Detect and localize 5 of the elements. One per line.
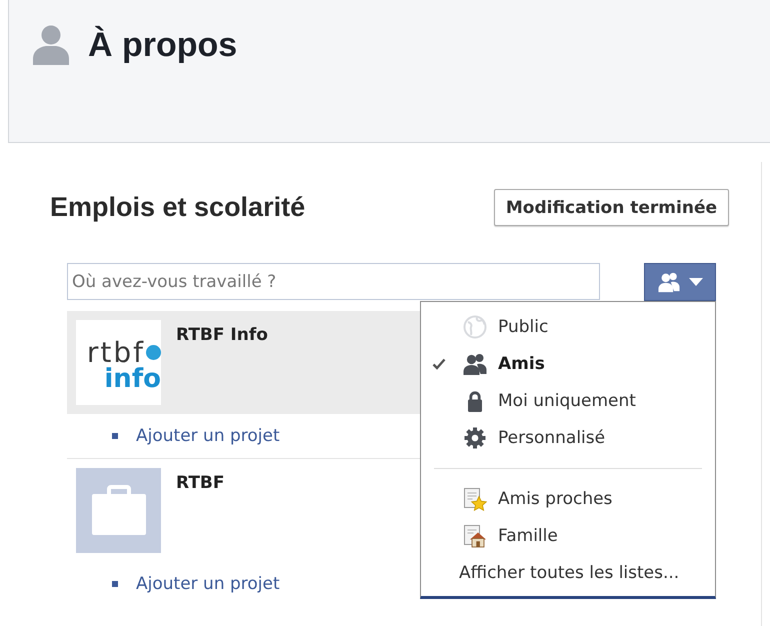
workplace-name: RTBF [176, 472, 224, 493]
page-title: À propos [88, 25, 238, 65]
logo: rtbf info [76, 320, 161, 405]
workplace-name: RTBF Info [176, 324, 268, 345]
section-title: Emplois et scolarité [50, 192, 306, 223]
